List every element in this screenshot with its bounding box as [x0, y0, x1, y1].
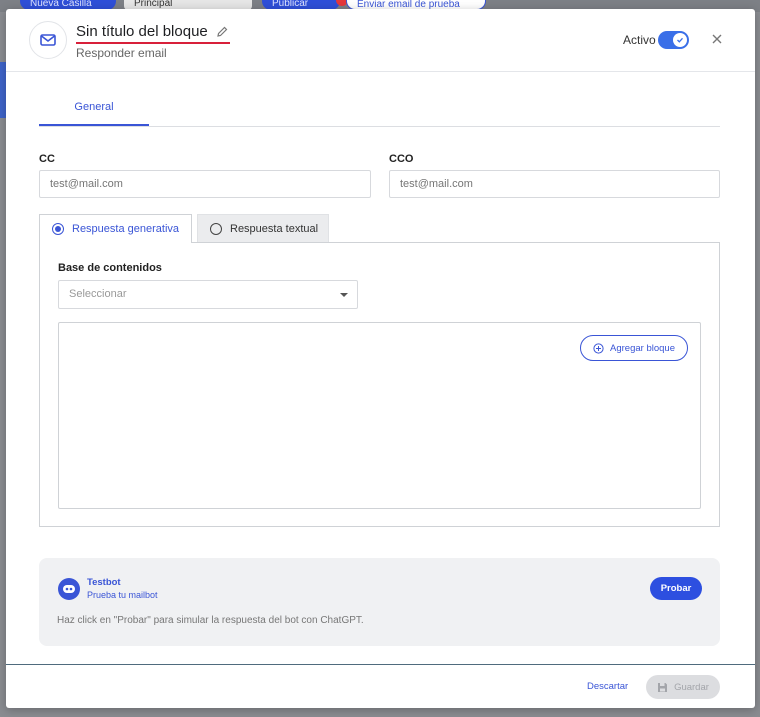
tab-textual-response[interactable]: Respuesta textual — [197, 214, 329, 242]
add-block-label: Agregar bloque — [610, 342, 675, 354]
tab-textual-label: Respuesta textual — [230, 222, 319, 235]
cc-label: CC — [39, 153, 55, 165]
box-select-value: Principal — [134, 0, 173, 9]
active-label: Activo — [623, 33, 656, 47]
check-icon — [673, 33, 687, 47]
robot-icon — [58, 578, 80, 600]
radio-unselected-icon — [210, 222, 222, 235]
cco-input[interactable] — [389, 170, 720, 198]
discard-button[interactable]: Descartar — [587, 681, 628, 692]
tab-general[interactable]: General — [39, 99, 149, 126]
caret-down-icon — [340, 293, 348, 297]
testbot-name: Testbot — [87, 577, 121, 588]
block-title[interactable]: Sin título del bloque — [76, 23, 230, 44]
knowledge-base-placeholder: Seleccionar — [69, 288, 127, 300]
modal-header: Sin título del bloque Responder email Ac… — [6, 9, 755, 72]
save-label: Guardar — [674, 681, 709, 693]
tab-generative-label: Respuesta generativa — [72, 223, 180, 235]
add-block-button[interactable]: Agregar bloque — [580, 335, 688, 361]
testbot-subtitle: Prueba tu mailbot — [87, 590, 158, 600]
knowledge-base-label: Base de contenidos — [58, 262, 162, 274]
publish-label: Publicar — [272, 0, 309, 9]
pencil-icon[interactable] — [216, 25, 228, 42]
cco-label: CCO — [389, 153, 414, 165]
new-box-label: Nueva Casilla — [30, 0, 92, 9]
content-editor[interactable]: Agregar bloque — [58, 322, 701, 509]
cc-input[interactable] — [39, 170, 371, 198]
tab-generative-response[interactable]: Respuesta generativa — [39, 214, 192, 243]
save-button[interactable]: Guardar — [646, 675, 720, 699]
floppy-icon — [658, 682, 668, 692]
block-subtitle: Responder email — [76, 46, 167, 60]
radio-selected-icon — [52, 223, 64, 235]
active-toggle[interactable] — [658, 31, 689, 49]
testbot-hint: Haz click en "Probar" para simular la re… — [57, 615, 364, 626]
modal-footer: Descartar Guardar — [6, 664, 755, 708]
modal-tabs: General — [39, 99, 720, 127]
testbot-card: Testbot Prueba tu mailbot Haz click en "… — [39, 558, 720, 646]
try-button[interactable]: Probar — [650, 577, 702, 600]
close-icon[interactable] — [709, 31, 725, 47]
plus-circle-icon — [593, 342, 604, 354]
block-title-text: Sin título del bloque — [76, 23, 208, 40]
knowledge-base-select[interactable]: Seleccionar — [58, 280, 358, 309]
block-editor-modal: Sin título del bloque Responder email Ac… — [6, 9, 755, 708]
email-icon — [29, 21, 67, 59]
